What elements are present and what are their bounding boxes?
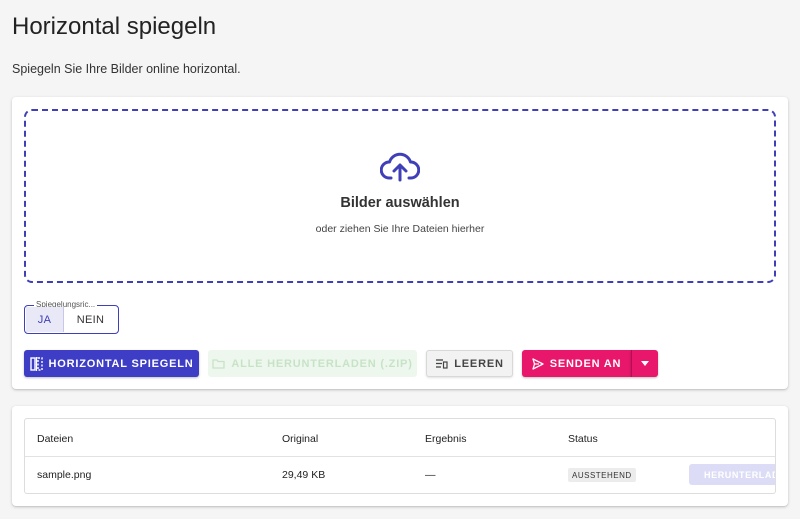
caret-down-icon bbox=[641, 361, 649, 366]
cloud-upload-icon bbox=[380, 152, 420, 182]
option-ja[interactable]: JA bbox=[26, 307, 64, 332]
send-icon bbox=[532, 357, 544, 370]
mirror-direction-toggle: Spiegelungsric... JA NEIN bbox=[24, 300, 119, 334]
row-original-size: 29,49 KB bbox=[282, 469, 326, 481]
status-badge: AUSSTEHEND bbox=[568, 468, 636, 482]
header-result: Ergebnis bbox=[425, 433, 467, 445]
row-file-name: sample.png bbox=[37, 469, 92, 481]
option-nein[interactable]: NEIN bbox=[64, 307, 117, 332]
folder-download-icon bbox=[212, 359, 225, 369]
send-to-button[interactable]: SENDEN AN bbox=[522, 350, 631, 377]
files-table: Dateien Original Ergebnis Status sample.… bbox=[24, 418, 776, 494]
file-dropzone[interactable]: Bilder auswählen oder ziehen Sie Ihre Da… bbox=[24, 109, 776, 283]
send-to-label: SENDEN AN bbox=[549, 357, 622, 370]
header-original: Original bbox=[282, 433, 319, 445]
mirror-horizontal-button[interactable]: HORIZONTAL SPIEGELN bbox=[24, 350, 199, 377]
header-divider bbox=[25, 456, 775, 457]
clear-list-icon bbox=[436, 359, 448, 369]
row-download-button[interactable]: HERUNTERLADEN bbox=[689, 464, 775, 485]
files-card: Dateien Original Ergebnis Status sample.… bbox=[12, 406, 788, 506]
dropzone-subtitle: oder ziehen Sie Ihre Dateien hierher bbox=[315, 223, 485, 235]
flip-horizontal-icon bbox=[29, 356, 43, 371]
download-all-label: ALLE HERUNTERLADEN (.ZIP) bbox=[231, 357, 413, 370]
header-files: Dateien bbox=[37, 433, 74, 445]
download-all-button[interactable]: ALLE HERUNTERLADEN (.ZIP) bbox=[208, 350, 417, 377]
clear-button[interactable]: LEEREN bbox=[426, 350, 513, 377]
page-subtitle: Spiegeln Sie Ihre Bilder online horizont… bbox=[12, 62, 241, 76]
dropzone-title: Bilder auswählen bbox=[340, 195, 460, 211]
header-status: Status bbox=[568, 433, 598, 445]
row-download-label: HERUNTERLADEN bbox=[704, 469, 775, 480]
row-result: — bbox=[425, 469, 436, 481]
page-title: Horizontal spiegeln bbox=[12, 13, 217, 40]
clear-label: LEEREN bbox=[454, 357, 504, 370]
mirror-horizontal-label: HORIZONTAL SPIEGELN bbox=[48, 357, 194, 370]
upload-card: Bilder auswählen oder ziehen Sie Ihre Da… bbox=[12, 97, 788, 389]
send-to-dropdown-button[interactable] bbox=[631, 350, 658, 377]
